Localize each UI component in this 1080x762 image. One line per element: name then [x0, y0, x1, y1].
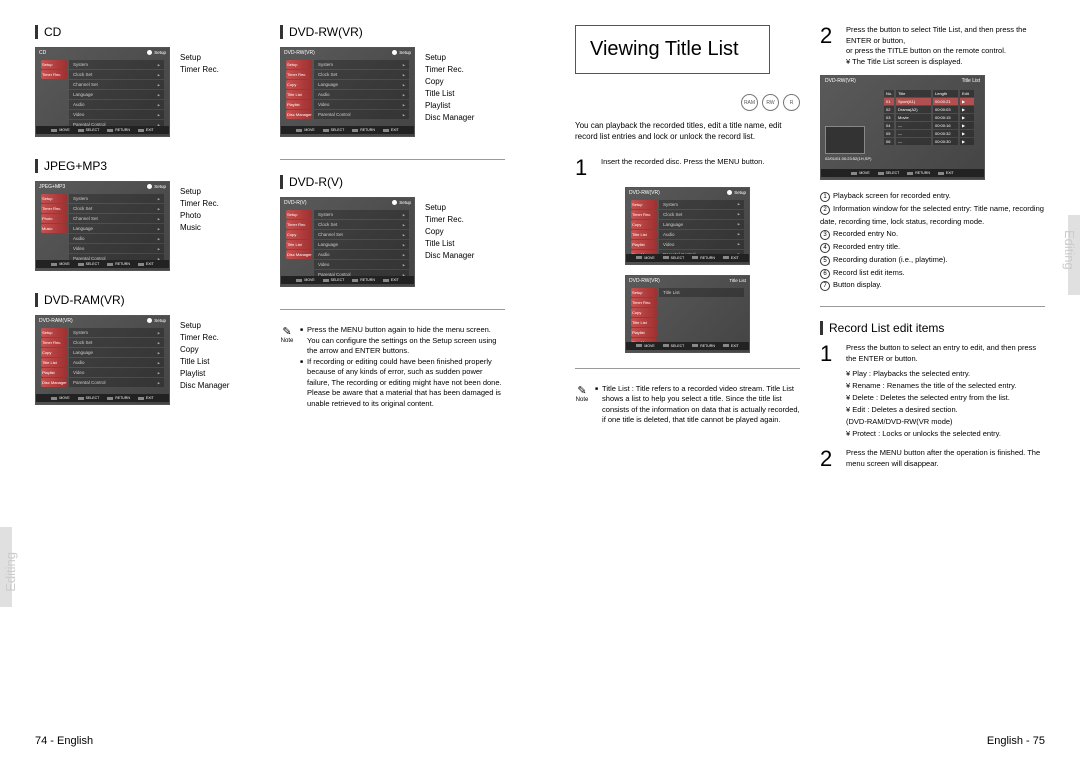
- side-tab-left: Editing: [3, 552, 18, 592]
- scr-icon: Timer Rec.: [41, 70, 67, 79]
- screenshot-dvdrwvr: DVD-RW(VR) Setup Setup Timer Rec. Copy T…: [280, 47, 415, 137]
- scr-icon: Setup: [41, 60, 67, 69]
- page-number-left: 74 - English: [35, 735, 93, 747]
- menu-item: Clock Set: [69, 70, 164, 79]
- heading-jpegmp3: JPEG+MP3: [35, 159, 260, 173]
- module-jpegmp3: JPEG+MP3 Setup Setup Timer Rec. Photo Mu…: [35, 181, 260, 271]
- side-list-cd: Setup Timer Rec.: [180, 52, 219, 76]
- side-list-dvdrv: Setup Timer Rec. Copy Title List Disc Ma…: [425, 202, 474, 262]
- screenshot-cd: CD Setup Setup Timer Rec. System Clock S…: [35, 47, 170, 137]
- thumbnail: [825, 126, 865, 154]
- screenshot-jpegmp3: JPEG+MP3 Setup Setup Timer Rec. Photo Mu…: [35, 181, 170, 271]
- step-text: Press the MENU button after the operatio…: [846, 448, 1045, 470]
- menu-item: Audio: [69, 100, 164, 109]
- scr-setup: Setup: [147, 50, 166, 55]
- divider: [820, 306, 1045, 307]
- side-tab-right: Editing: [1062, 230, 1077, 270]
- circle-6: 6: [820, 269, 830, 279]
- col-right-p75: 2 Press the button to select Title List,…: [820, 25, 1045, 478]
- title-table: No. Title Length Edit 01Sport(A1)00:00:2…: [884, 90, 980, 145]
- menu-item: Channel Set: [69, 80, 164, 89]
- circle-5: 5: [820, 256, 830, 266]
- note-block: Note Press the MENU button again to hide…: [280, 325, 505, 409]
- note-block-2: Note Title List : Title refers to a reco…: [575, 384, 800, 426]
- circle-7: 7: [820, 281, 830, 291]
- divider: [280, 159, 505, 160]
- gear-icon: [727, 190, 732, 195]
- record-step-2: 2 Press the MENU button after the operat…: [820, 448, 1045, 470]
- right-column: DVD-RW(VR) DVD-RW(VR) Setup Setup Timer …: [280, 25, 505, 427]
- disc-icons: RAM RW R: [575, 94, 800, 111]
- module-dvdrv: DVD-R(V) Setup Setup Timer Rec. Copy Tit…: [280, 197, 505, 287]
- tl-date: 02/01/01 00:23:52(1H,SP): [825, 156, 871, 161]
- side-list-dvdrwvr: Setup Timer Rec. Copy Title List Playlis…: [425, 52, 474, 124]
- heading-record-list: Record List edit items: [820, 321, 1045, 335]
- disc-icon: RW: [762, 94, 779, 111]
- disc-icon: R: [783, 94, 800, 111]
- note-icon: Note: [575, 384, 589, 403]
- step-number: 2: [820, 448, 838, 470]
- screenshot-dvdrv: DVD-R(V) Setup Setup Timer Rec. Copy Tit…: [280, 197, 415, 287]
- heading-dvdram: DVD-RAM(VR): [35, 293, 260, 307]
- step-number: 1: [575, 157, 593, 179]
- gear-icon: [147, 318, 152, 323]
- circle-2: 2: [820, 205, 830, 215]
- step-number: 1: [820, 343, 838, 440]
- page-74: Editing CD CD Setup Setup Timer Rec. Sys…: [0, 0, 540, 762]
- screenshot-title-list: DVD-RW(VR) Title List 02/01/01 00:23:52(…: [820, 75, 985, 180]
- page-number-right: English - 75: [987, 735, 1045, 747]
- step-text: Insert the recorded disc. Press the MENU…: [601, 157, 800, 179]
- screenshot-dvdram: DVD-RAM(VR) Setup Setup Timer Rec. Copy …: [35, 315, 170, 405]
- divider: [280, 309, 505, 310]
- circle-1: 1: [820, 192, 830, 202]
- gear-icon: [392, 200, 397, 205]
- step-2: 2 Press the button to select Title List,…: [820, 25, 1045, 67]
- note-text: Title List : Title refers to a recorded …: [595, 384, 800, 426]
- heading-dvdrv: DVD-R(V): [280, 175, 505, 189]
- gear-icon: [392, 50, 397, 55]
- menu-item: System: [69, 60, 164, 69]
- screenshot-titlelist-menu: DVD-RW(VR) Title List Setup Timer Rec. C…: [625, 275, 750, 353]
- intro-text: You can playback the recorded titles, ed…: [575, 121, 800, 143]
- menu-item: Video: [69, 110, 164, 119]
- module-dvdrwvr: DVD-RW(VR) Setup Setup Timer Rec. Copy T…: [280, 47, 505, 137]
- annotations: 1Playback screen for recorded entry. 2In…: [820, 190, 1045, 292]
- heading-dvdrwvr: DVD-RW(VR): [280, 25, 505, 39]
- record-step-1: 1 Press the button to select an entry to…: [820, 343, 1045, 440]
- step-text: Press the button to select an entry to e…: [846, 343, 1045, 440]
- divider: [575, 368, 800, 369]
- menu-item: Language: [69, 90, 164, 99]
- module-dvdram: DVD-RAM(VR) Setup Setup Timer Rec. Copy …: [35, 315, 260, 405]
- circle-3: 3: [820, 230, 830, 240]
- step-1: 1 Insert the recorded disc. Press the ME…: [575, 157, 800, 179]
- note-text: Press the MENU button again to hide the …: [300, 325, 505, 409]
- screenshot-setup-menu: DVD-RW(VR) Setup Setup Timer Rec. Copy T…: [625, 187, 750, 265]
- heading-cd: CD: [35, 25, 260, 39]
- left-column: CD CD Setup Setup Timer Rec. System Cloc…: [35, 25, 260, 427]
- gear-icon: [147, 50, 152, 55]
- step-text: Press the button to select Title List, a…: [846, 25, 1045, 67]
- circle-4: 4: [820, 243, 830, 253]
- disc-icon: RAM: [741, 94, 758, 111]
- note-icon: Note: [280, 325, 294, 344]
- page-title: Viewing Title List: [575, 25, 770, 74]
- gear-icon: [147, 184, 152, 189]
- page-75: Editing Viewing Title List RAM RW R You …: [540, 0, 1080, 762]
- scr-title: CD: [39, 50, 46, 56]
- step-number: 2: [820, 25, 838, 67]
- side-list-dvdram: Setup Timer Rec. Copy Title List Playlis…: [180, 320, 229, 392]
- side-list-jpegmp3: Setup Timer Rec. Photo Music: [180, 186, 219, 234]
- module-cd: CD Setup Setup Timer Rec. System Clock S…: [35, 47, 260, 137]
- col-left-p75: Viewing Title List RAM RW R You can play…: [575, 25, 800, 478]
